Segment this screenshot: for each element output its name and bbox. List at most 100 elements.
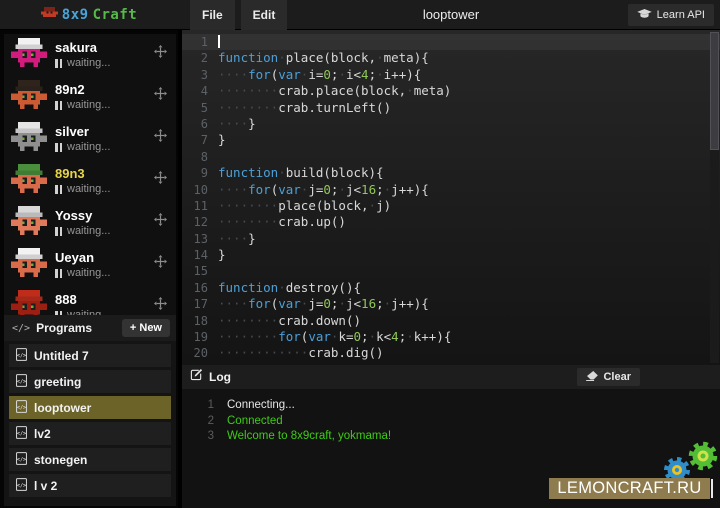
graduation-cap-icon — [637, 9, 652, 22]
app-window: 8x9Craft FileEdit looptower Learn API — [0, 0, 720, 508]
programs-header: </> Programs + New — [4, 315, 176, 341]
move-icon[interactable] — [154, 297, 167, 315]
sidebar: sakura waiting... 89n2 waiting... — [0, 30, 178, 508]
code-line: 6····} — [182, 116, 720, 132]
line-number: 8 — [182, 149, 218, 165]
program-label: stonegen — [34, 453, 87, 467]
player-name: Ueyan — [55, 251, 110, 265]
program-label: l v 2 — [34, 479, 57, 493]
program-label: Untitled 7 — [34, 349, 89, 363]
pause-icon — [55, 227, 62, 236]
green-gear — [692, 445, 715, 468]
player-status: waiting... — [67, 183, 110, 195]
log-entry: 1Connecting... — [182, 398, 720, 414]
code-line: 5········crab.turnLeft() — [182, 100, 720, 116]
program-label: greeting — [34, 375, 81, 389]
code-line: 11········place(block,·j) — [182, 198, 720, 214]
move-icon[interactable] — [154, 45, 167, 63]
program-item[interactable]: </> stonegen — [9, 448, 171, 471]
log-entry-number: 3 — [182, 429, 214, 445]
player-status: waiting... — [67, 141, 110, 153]
code-editor[interactable]: 12function·place(block,·meta){3····for(v… — [182, 30, 720, 365]
code-line: 17····for(var·j=0;·j<16;·j++){ — [182, 296, 720, 312]
program-item[interactable]: </> greeting — [9, 370, 171, 393]
log-entry-text: Welcome to 8x9craft, yokmama! — [227, 429, 391, 445]
line-number: 17 — [182, 296, 218, 312]
code-line: 15 — [182, 263, 720, 279]
program-file-icon: </> — [16, 348, 27, 364]
line-number: 9 — [182, 165, 218, 181]
program-item[interactable]: </> l v 2 — [9, 474, 171, 497]
move-icon[interactable] — [154, 171, 167, 189]
watermark-text: LEMONCRAFT.RU — [557, 479, 701, 498]
line-number: 7 — [182, 132, 218, 148]
crab-avatar — [11, 164, 47, 198]
line-number: 2 — [182, 50, 218, 66]
code-line: 10····for(var·j=0;·j<16;·j++){ — [182, 182, 720, 198]
player-row[interactable]: sakura waiting... — [4, 34, 176, 76]
log-entry-text: Connecting... — [227, 398, 295, 414]
code-icon: </> — [12, 323, 30, 334]
move-icon[interactable] — [154, 255, 167, 273]
player-name: 888 — [55, 293, 110, 307]
menu-edit[interactable]: Edit — [241, 0, 288, 30]
line-number: 1 — [182, 34, 218, 50]
log-entry: 3 Welcome to 8x9craft, yokmama! — [182, 429, 720, 445]
player-row[interactable]: 89n3 waiting... — [4, 160, 176, 202]
pause-icon — [55, 101, 62, 110]
pause-icon — [55, 143, 62, 152]
editor-scrollbar-thumb[interactable] — [710, 32, 719, 150]
pause-icon — [55, 59, 62, 68]
player-name: 89n3 — [55, 167, 110, 181]
move-icon[interactable] — [154, 213, 167, 231]
svg-text:</>: </> — [17, 352, 26, 358]
code-line: 13····} — [182, 231, 720, 247]
text-cursor — [218, 35, 220, 48]
eraser-icon — [586, 371, 598, 384]
code-line: 2function·place(block,·meta){ — [182, 50, 720, 66]
topbar-menus: FileEdit — [190, 0, 287, 30]
watermark-bar: LEMONCRAFT.RU — [549, 478, 710, 499]
line-number: 10 — [182, 182, 218, 198]
move-icon[interactable] — [154, 87, 167, 105]
program-item[interactable]: </> Untitled 7 — [9, 344, 171, 367]
crab-avatar — [11, 206, 47, 240]
log-entry-text: Connected — [227, 414, 283, 430]
player-row[interactable]: Yossy waiting... — [4, 202, 176, 244]
log-entry-number: 2 — [182, 414, 214, 430]
program-file-icon: </> — [16, 452, 27, 468]
clear-log-button[interactable]: Clear — [577, 368, 640, 386]
log-lines: 1Connecting...2 Connected 3 Welcome to 8x9c… — [182, 389, 720, 445]
crab-avatar — [11, 80, 47, 114]
svg-text:</>: </> — [17, 378, 26, 384]
menu-file[interactable]: File — [190, 0, 235, 30]
svg-text:</>: </> — [17, 456, 26, 462]
code-line: 14} — [182, 247, 720, 263]
player-row[interactable]: 89n2 waiting... — [4, 76, 176, 118]
player-row[interactable]: silver waiting... — [4, 118, 176, 160]
player-name: silver — [55, 125, 110, 139]
code-line: 9function·build(block){ — [182, 165, 720, 181]
player-row[interactable]: Ueyan waiting... — [4, 244, 176, 286]
program-label: looptower — [34, 401, 91, 415]
program-item[interactable]: </> looptower — [9, 396, 171, 419]
player-status: waiting... — [67, 267, 110, 279]
player-row[interactable]: 888 waiting... — [4, 286, 176, 315]
crab-avatar — [11, 38, 47, 72]
editor-scrollbar[interactable] — [710, 32, 719, 363]
move-icon[interactable] — [154, 129, 167, 147]
program-list: </> Untitled 7 </> greeting </> looptowe… — [4, 344, 176, 497]
learn-api-button[interactable]: Learn API — [628, 4, 714, 26]
program-item[interactable]: </> lv2 — [9, 422, 171, 445]
code-lines: 12function·place(block,·meta){3····for(v… — [182, 30, 720, 362]
code-line: 3····for(var·i=0;·i<4;·i++){ — [182, 67, 720, 83]
program-file-icon: </> — [16, 478, 27, 494]
logo-text-craft: Craft — [93, 7, 138, 23]
new-program-button[interactable]: + New — [122, 319, 170, 337]
clear-log-label: Clear — [603, 371, 631, 383]
player-name: Yossy — [55, 209, 110, 223]
code-line: 7} — [182, 132, 720, 148]
log-entry: 2 Connected — [182, 414, 720, 430]
programs-title: Programs — [36, 321, 92, 335]
crab-avatar — [11, 290, 47, 315]
